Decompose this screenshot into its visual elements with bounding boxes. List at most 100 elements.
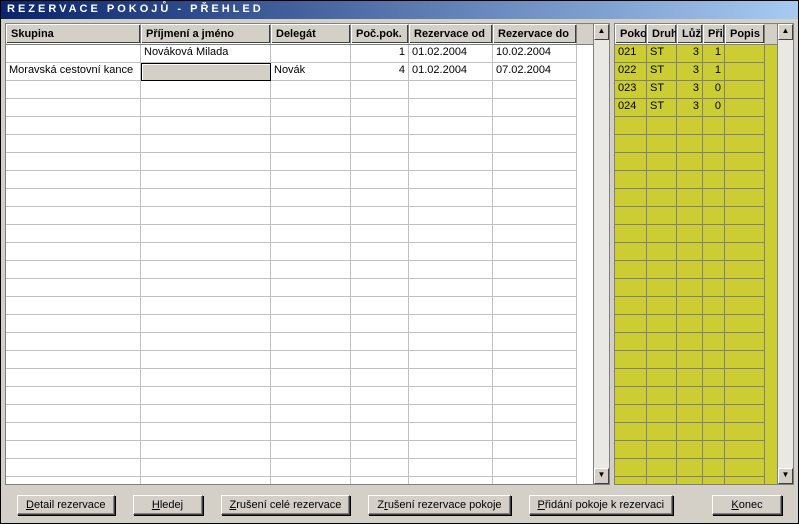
empty-cell[interactable] bbox=[271, 99, 351, 117]
cell-delegat[interactable] bbox=[271, 45, 351, 63]
empty-cell[interactable] bbox=[703, 207, 725, 225]
empty-cell[interactable] bbox=[647, 117, 677, 135]
empty-cell[interactable] bbox=[615, 315, 647, 333]
cell-pri[interactable]: 0 bbox=[703, 81, 725, 99]
scroll-track[interactable] bbox=[778, 40, 793, 468]
empty-cell[interactable] bbox=[647, 477, 677, 484]
empty-cell[interactable] bbox=[677, 297, 703, 315]
table-row[interactable] bbox=[615, 261, 777, 279]
empty-cell[interactable] bbox=[493, 297, 577, 315]
empty-cell[interactable] bbox=[351, 315, 409, 333]
cell-popis[interactable] bbox=[725, 45, 765, 63]
empty-cell[interactable] bbox=[351, 459, 409, 477]
table-row[interactable] bbox=[615, 153, 777, 171]
empty-cell[interactable] bbox=[6, 153, 141, 171]
table-row[interactable] bbox=[6, 369, 593, 387]
empty-cell[interactable] bbox=[703, 423, 725, 441]
cell-pokoj[interactable]: 023 bbox=[615, 81, 647, 99]
empty-cell[interactable] bbox=[141, 459, 271, 477]
table-row[interactable] bbox=[615, 405, 777, 423]
empty-cell[interactable] bbox=[6, 315, 141, 333]
empty-cell[interactable] bbox=[141, 171, 271, 189]
table-row[interactable]: Nováková Milada101.02.200410.02.2004 bbox=[6, 45, 593, 63]
empty-cell[interactable] bbox=[271, 333, 351, 351]
empty-cell[interactable] bbox=[6, 81, 141, 99]
empty-cell[interactable] bbox=[677, 477, 703, 484]
empty-cell[interactable] bbox=[677, 189, 703, 207]
scroll-down-icon[interactable]: ▼ bbox=[778, 468, 793, 484]
cell-pri[interactable]: 1 bbox=[703, 45, 725, 63]
cell-popis[interactable] bbox=[725, 81, 765, 99]
empty-cell[interactable] bbox=[725, 351, 765, 369]
left-scrollbar[interactable]: ▲ ▼ bbox=[593, 24, 609, 484]
cell-druh[interactable]: ST bbox=[647, 63, 677, 81]
empty-cell[interactable] bbox=[6, 387, 141, 405]
empty-cell[interactable] bbox=[615, 261, 647, 279]
table-row[interactable] bbox=[615, 387, 777, 405]
col-popis[interactable]: Popis bbox=[725, 24, 765, 44]
empty-cell[interactable] bbox=[703, 369, 725, 387]
rooms-grid[interactable]: Pokoj Druh Lůž. Při. Popis 021ST31022ST3… bbox=[614, 23, 794, 485]
cell-delegat[interactable]: Novák bbox=[271, 63, 351, 81]
empty-cell[interactable] bbox=[271, 225, 351, 243]
empty-cell[interactable] bbox=[351, 99, 409, 117]
table-row[interactable] bbox=[6, 423, 593, 441]
search-button[interactable]: Hledej bbox=[133, 495, 203, 515]
empty-cell[interactable] bbox=[271, 207, 351, 225]
empty-cell[interactable] bbox=[725, 117, 765, 135]
empty-cell[interactable] bbox=[725, 315, 765, 333]
table-row[interactable] bbox=[6, 261, 593, 279]
cancel-room-button[interactable]: Zrušení rezervace pokoje bbox=[368, 495, 510, 515]
empty-cell[interactable] bbox=[6, 117, 141, 135]
cell-druh[interactable]: ST bbox=[647, 99, 677, 117]
empty-cell[interactable] bbox=[409, 171, 493, 189]
empty-cell[interactable] bbox=[615, 207, 647, 225]
empty-cell[interactable] bbox=[677, 225, 703, 243]
table-row[interactable] bbox=[615, 297, 777, 315]
detail-button[interactable]: Detail rezervace bbox=[17, 495, 115, 515]
empty-cell[interactable] bbox=[409, 477, 493, 484]
empty-cell[interactable] bbox=[615, 351, 647, 369]
empty-cell[interactable] bbox=[703, 261, 725, 279]
cell-pokoj[interactable]: 022 bbox=[615, 63, 647, 81]
empty-cell[interactable] bbox=[271, 405, 351, 423]
empty-cell[interactable] bbox=[677, 279, 703, 297]
empty-cell[interactable] bbox=[141, 405, 271, 423]
empty-cell[interactable] bbox=[271, 351, 351, 369]
empty-cell[interactable] bbox=[615, 297, 647, 315]
scroll-down-icon[interactable]: ▼ bbox=[594, 468, 609, 484]
empty-cell[interactable] bbox=[6, 261, 141, 279]
empty-cell[interactable] bbox=[703, 387, 725, 405]
empty-cell[interactable] bbox=[493, 207, 577, 225]
cell-pokoj[interactable]: 024 bbox=[615, 99, 647, 117]
empty-cell[interactable] bbox=[6, 333, 141, 351]
empty-cell[interactable] bbox=[409, 189, 493, 207]
col-jmeno[interactable]: Příjmení a jméno bbox=[141, 24, 271, 44]
empty-cell[interactable] bbox=[409, 405, 493, 423]
empty-cell[interactable] bbox=[647, 333, 677, 351]
empty-cell[interactable] bbox=[271, 477, 351, 484]
empty-cell[interactable] bbox=[271, 297, 351, 315]
empty-cell[interactable] bbox=[703, 477, 725, 484]
table-row[interactable] bbox=[615, 369, 777, 387]
empty-cell[interactable] bbox=[271, 243, 351, 261]
empty-cell[interactable] bbox=[351, 153, 409, 171]
empty-cell[interactable] bbox=[141, 315, 271, 333]
table-row[interactable] bbox=[615, 135, 777, 153]
empty-cell[interactable] bbox=[141, 153, 271, 171]
table-row[interactable] bbox=[615, 441, 777, 459]
empty-cell[interactable] bbox=[647, 387, 677, 405]
empty-cell[interactable] bbox=[351, 387, 409, 405]
empty-cell[interactable] bbox=[409, 333, 493, 351]
empty-cell[interactable] bbox=[493, 117, 577, 135]
cell-od[interactable]: 01.02.2004 bbox=[409, 63, 493, 81]
table-row[interactable] bbox=[615, 315, 777, 333]
empty-cell[interactable] bbox=[703, 441, 725, 459]
empty-cell[interactable] bbox=[725, 405, 765, 423]
empty-cell[interactable] bbox=[351, 333, 409, 351]
empty-cell[interactable] bbox=[703, 117, 725, 135]
empty-cell[interactable] bbox=[271, 153, 351, 171]
empty-cell[interactable] bbox=[677, 243, 703, 261]
empty-cell[interactable] bbox=[725, 333, 765, 351]
empty-cell[interactable] bbox=[615, 333, 647, 351]
